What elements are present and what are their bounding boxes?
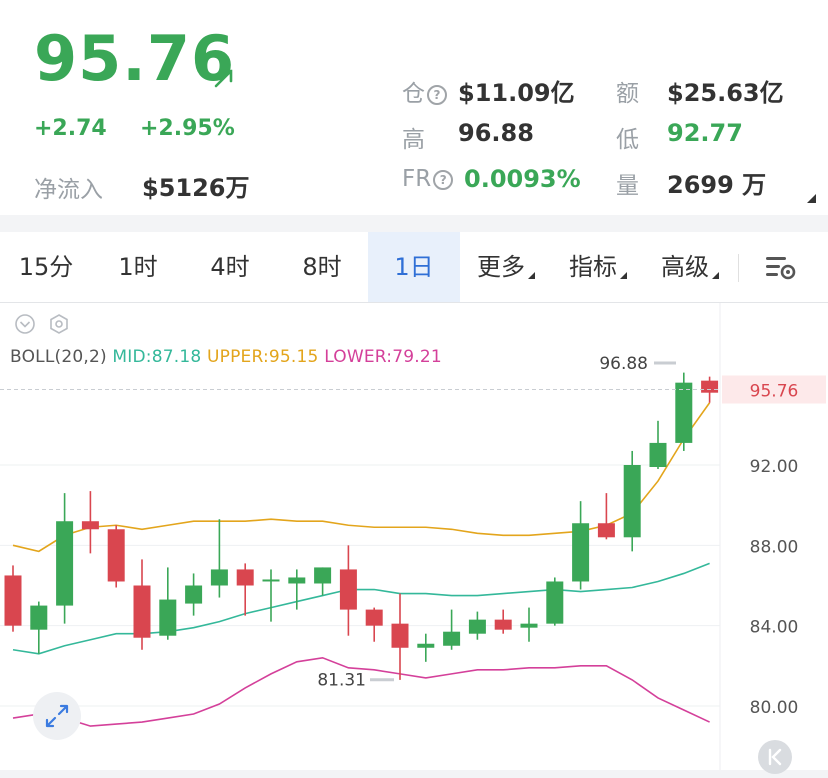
funding-rate-value: 0.0093% [464,165,581,193]
candlestick-chart[interactable]: 92.00 88.00 84.00 80.00 95.76 96.88 81.31 [0,303,828,770]
open-interest-value: $11.09亿 [458,79,575,107]
high-value: 96.88 [458,119,534,147]
back-to-latest-icon [768,748,782,766]
candle-body[interactable] [520,623,538,628]
candle-body[interactable] [546,581,564,624]
high-label: 高 [402,127,425,153]
candle-body[interactable] [81,521,99,530]
candle-body[interactable] [30,605,48,630]
tab-15m[interactable]: 15分 [0,232,92,302]
candle-body[interactable] [107,529,125,582]
funding-rate-label[interactable]: FR? [402,166,454,192]
back-to-latest-button[interactable] [758,740,792,774]
candle-body[interactable] [597,523,615,538]
candle-body[interactable] [494,619,512,630]
tab-advanced[interactable]: 高级 [644,232,736,302]
tab-1d[interactable]: 1日 [368,232,460,302]
net-inflow-label: 净流入 [34,177,103,203]
tab-label: 高级 [661,253,709,281]
help-icon[interactable]: ? [427,84,447,105]
low-value: 92.77 [667,119,743,147]
tab-4h[interactable]: 4时 [184,232,276,302]
quote-header: 95.76 +2.74 +2.95% 净流入 $5126万 仓? $11.09亿… [0,0,828,215]
y-tick-label: 80.00 [750,698,799,718]
price-change: +2.74 [34,116,107,141]
y-tick-label: 84.00 [750,618,799,638]
candle-body[interactable] [185,585,203,604]
candle-body[interactable] [4,575,22,626]
candle-body[interactable] [288,577,306,584]
dropdown-triangle-icon [528,272,535,279]
candle-body[interactable] [701,380,719,393]
candle-body[interactable] [675,382,693,443]
volume-label: 量 [616,173,639,199]
tab-more[interactable]: 更多 [460,232,552,302]
divider [738,254,739,282]
candle-body[interactable] [236,569,254,586]
candle-body[interactable] [339,569,357,610]
tab-label: 1日 [394,253,434,281]
interval-tabs: 15分 1时 4时 8时 1日 更多 指标 高级 [0,232,828,303]
tab-1h[interactable]: 1时 [92,232,184,302]
tab-label: 1时 [118,253,158,281]
candle-body[interactable] [468,619,486,634]
high-marker-label: 96.88 [599,354,648,374]
open-interest-label[interactable]: 仓? [402,74,447,108]
tab-label: 更多 [477,253,525,281]
help-icon[interactable]: ? [433,169,454,190]
candle-body[interactable] [391,623,409,648]
dropdown-triangle-icon [712,272,719,279]
arrow-up-right-icon [214,69,233,88]
current-price-label: 95.76 [750,381,799,401]
tab-label: 4时 [210,253,250,281]
tab-label: 8时 [302,253,342,281]
volume-value: 2699 万 [667,171,767,199]
expand-icon [45,704,69,728]
price-change-percent: +2.95% [140,116,235,141]
candle-body[interactable] [365,609,383,626]
low-marker-label: 81.31 [317,671,366,691]
expand-triangle-icon[interactable] [807,194,816,203]
y-tick-label: 92.00 [750,457,799,477]
last-price: 95.76 [34,22,236,95]
candle-body[interactable] [314,567,332,584]
funding-rate-text: FR [402,166,432,192]
candle-body[interactable] [572,523,590,582]
candle-body[interactable] [56,521,74,606]
tab-8h[interactable]: 8时 [276,232,368,302]
candle-body[interactable] [159,599,177,636]
candle-body[interactable] [262,579,280,582]
candle-body[interactable] [649,442,667,468]
turnover-label: 额 [616,81,639,107]
candle-body[interactable] [133,585,151,638]
turnover-value: $25.63亿 [667,79,784,107]
boll-lower-line [12,656,710,727]
candle-body[interactable] [443,631,461,646]
candle-body[interactable] [417,643,435,648]
dropdown-triangle-icon [620,272,627,279]
chart-settings-icon[interactable] [764,254,798,282]
open-interest-text: 仓 [402,81,425,107]
candle-body[interactable] [623,465,641,538]
tab-label: 15分 [18,253,74,281]
tab-label: 指标 [569,253,617,281]
net-inflow-value: $5126万 [142,174,250,202]
tab-indicators[interactable]: 指标 [552,232,644,302]
candle-body[interactable] [210,569,228,586]
y-tick-label: 88.00 [750,537,799,557]
low-label: 低 [616,127,639,153]
expand-button[interactable] [33,692,81,740]
